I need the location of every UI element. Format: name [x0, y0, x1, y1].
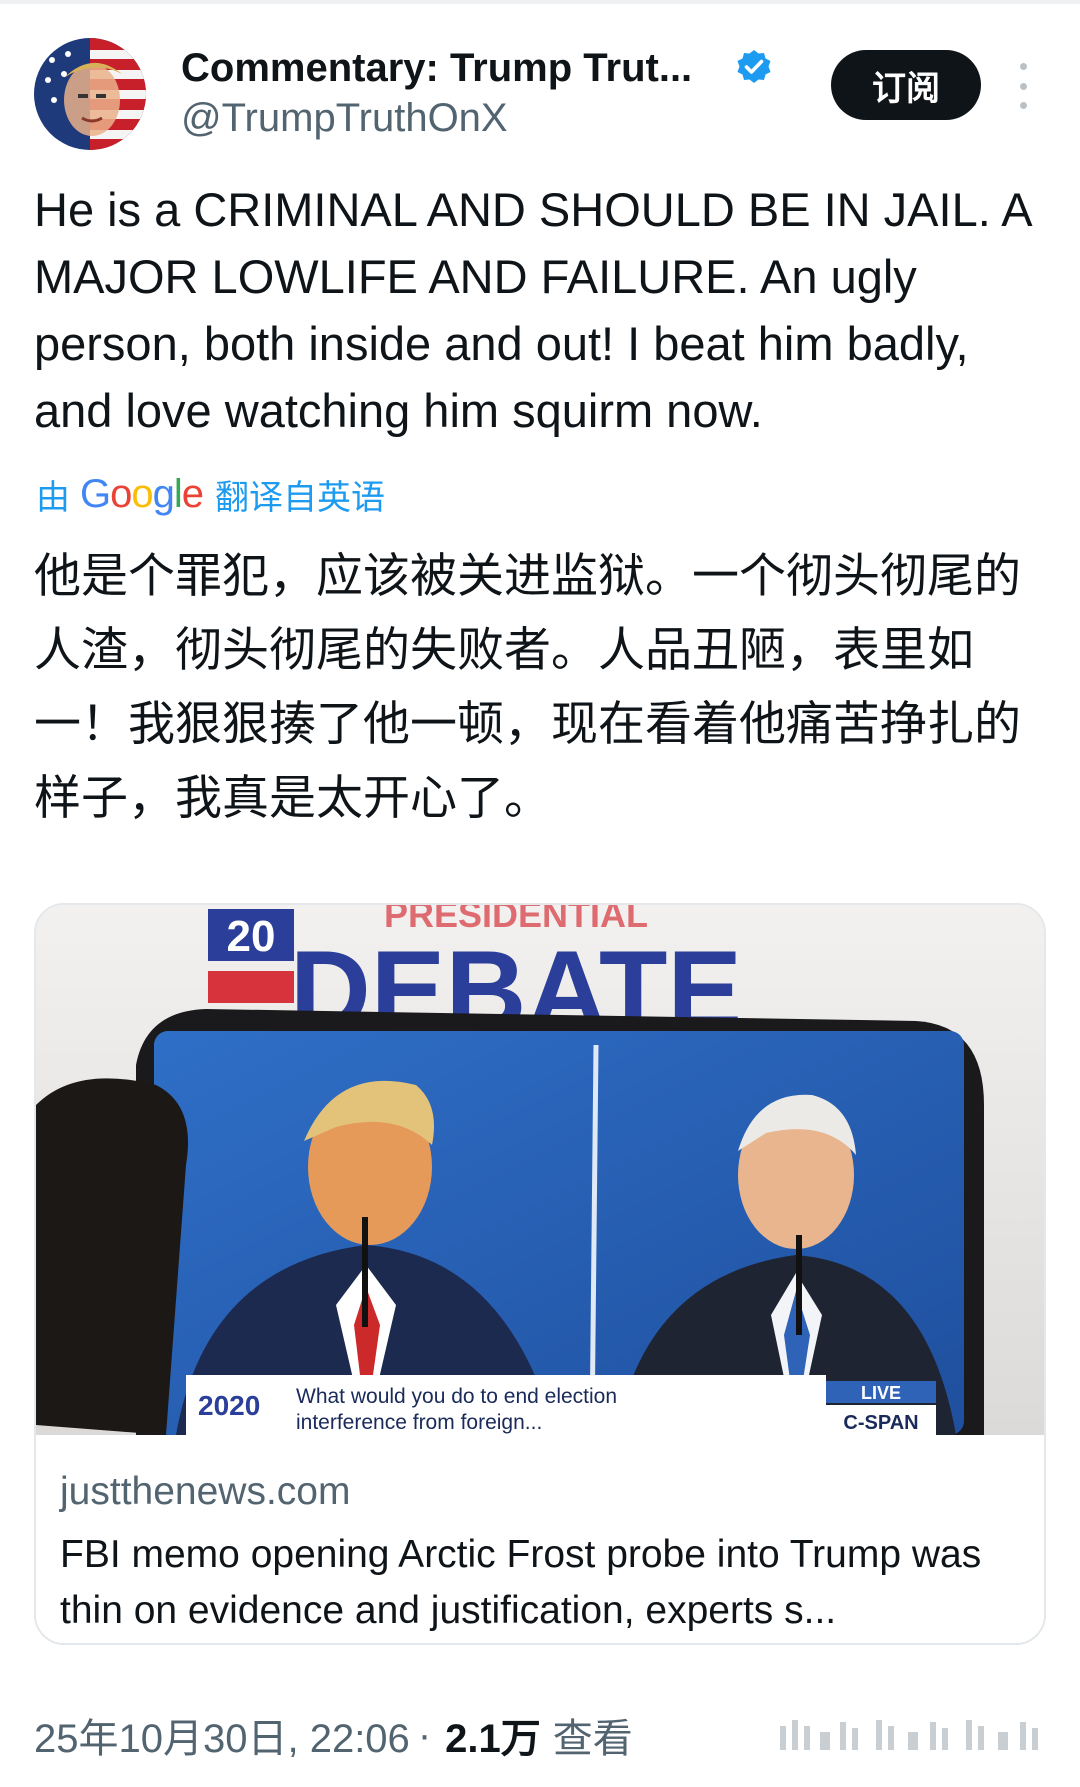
- link-card[interactable]: 20 PRESIDENTIAL DEBATE 2020 What would y…: [34, 903, 1046, 1645]
- translation-suffix: 翻译自英语: [215, 478, 386, 518]
- live-label: LIVE: [861, 1383, 901, 1403]
- translation-attribution[interactable]: 由 Google 翻译自英语: [36, 470, 385, 519]
- verified-badge-icon: [737, 50, 771, 83]
- display-name[interactable]: Commentary: Trump Trut...: [181, 46, 692, 91]
- avatar[interactable]: [34, 38, 146, 150]
- views-count: 2.1万: [445, 1717, 541, 1761]
- google-logo: Google: [80, 472, 204, 516]
- avatar-image: [34, 38, 146, 150]
- screen-question-line1: What would you do to end election: [296, 1385, 617, 1408]
- link-card-domain: justthenews.com: [60, 1470, 351, 1513]
- translated-text: 他是个罪犯，应该被关进监狱。一个彻头彻尾的人渣，彻头彻尾的失败者。人品丑陋，表里…: [34, 549, 1021, 826]
- link-card-title: FBI memo opening Arctic Frost probe into…: [60, 1533, 982, 1632]
- debate-photo: 20 PRESIDENTIAL DEBATE 2020 What would y…: [36, 905, 1044, 1435]
- timestamp[interactable]: 25年10月30日, 22:06: [34, 1706, 410, 1764]
- tweet-meta: 25年10月30日, 22:06 · 2.1万 查看: [34, 1706, 633, 1764]
- meta-separator: ·: [417, 1712, 432, 1757]
- views-label: 查看: [552, 1716, 633, 1762]
- more-dot: [1019, 102, 1027, 109]
- link-card-image[interactable]: 20 PRESIDENTIAL DEBATE 2020 What would y…: [36, 905, 1044, 1435]
- tweet-text: He is a CRIMINAL AND SHOULD BE IN JAIL. …: [34, 183, 1030, 437]
- network-label: C-SPAN: [843, 1412, 918, 1434]
- banner-year: 20: [227, 912, 276, 961]
- screen-logo: 2020: [198, 1390, 260, 1421]
- watermark-logo: [780, 1720, 1038, 1750]
- translation-prefix: 由: [36, 478, 70, 518]
- subscribe-button[interactable]: 订阅: [831, 50, 981, 120]
- handle[interactable]: @TrumpTruthOnX: [181, 96, 508, 141]
- more-vertical-icon[interactable]: [1012, 63, 1034, 109]
- more-dot: [1019, 82, 1027, 90]
- screen-question-line2: interference from foreign...: [296, 1411, 542, 1434]
- tweet-header: Commentary: Trump Trut... @TrumpTruthOnX…: [0, 0, 1080, 160]
- more-dot: [1019, 63, 1027, 70]
